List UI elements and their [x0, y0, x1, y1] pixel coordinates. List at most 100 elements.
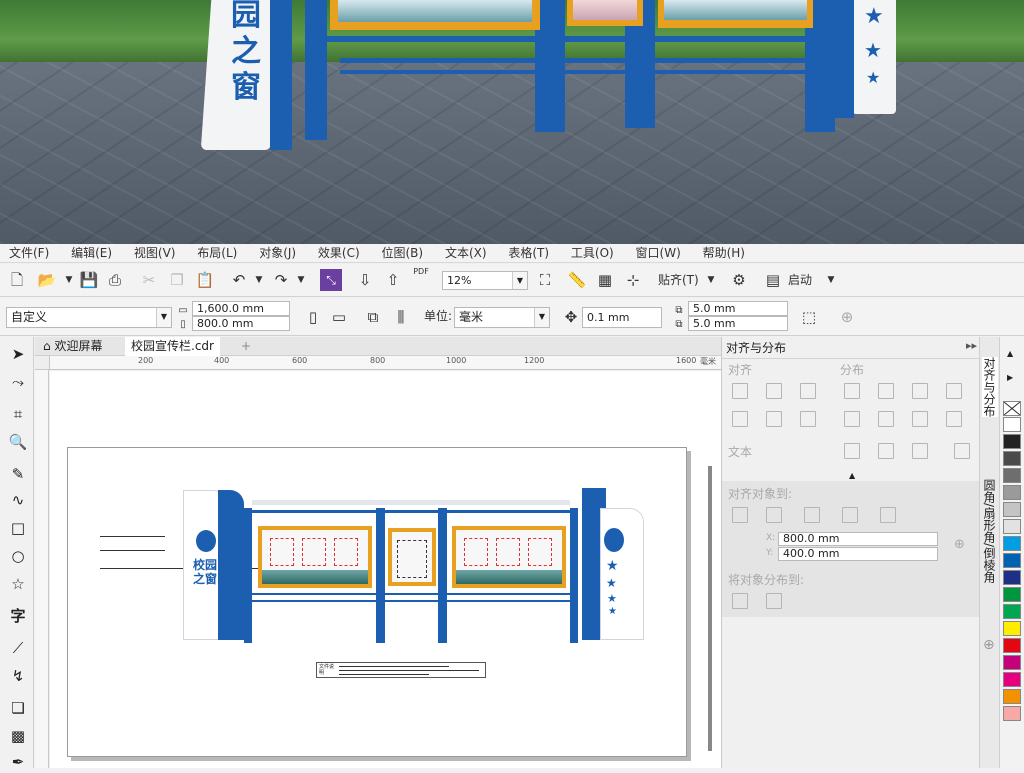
palette-scroll-up-icon[interactable]: ▲	[1007, 349, 1013, 358]
color-swatch[interactable]	[1003, 672, 1021, 687]
menu-effects[interactable]: 效果(C)	[309, 244, 369, 263]
text-bounding-box-icon[interactable]	[912, 443, 928, 459]
vertical-scrollbar[interactable]	[708, 466, 712, 751]
rectangle-tool-icon[interactable]: □	[6, 517, 30, 539]
menu-object[interactable]: 对象(J)	[250, 244, 305, 263]
menu-edit[interactable]: 编辑(E)	[62, 244, 121, 263]
distribute-selection-icon[interactable]	[732, 593, 748, 609]
distribute-middle-icon[interactable]	[878, 411, 894, 427]
palette-menu-icon[interactable]: ▶	[1007, 373, 1013, 382]
color-swatch[interactable]	[1003, 587, 1021, 602]
distribute-top-icon[interactable]	[844, 411, 860, 427]
distribute-spacing-v-icon[interactable]	[946, 411, 962, 427]
tab-document[interactable]: 校园宣传栏.cdr	[125, 337, 220, 358]
color-swatch[interactable]	[1003, 655, 1021, 670]
print-icon[interactable]: ⎙	[104, 269, 126, 291]
distribute-spacing-h-icon[interactable]	[946, 383, 962, 399]
tab-align-distribute[interactable]: 对齐与分布	[982, 357, 998, 417]
horizontal-ruler[interactable]: 200 400 600 800 1000 1200 1600 毫米	[50, 356, 721, 370]
menu-text[interactable]: 文本(X)	[436, 244, 496, 263]
color-swatch[interactable]	[1003, 706, 1021, 721]
text-first-baseline-icon[interactable]	[844, 443, 860, 459]
snap-to-menu[interactable]: 贴齐(T)	[658, 270, 699, 290]
display-board[interactable]	[388, 528, 436, 586]
full-screen-icon[interactable]: ⛶	[534, 269, 556, 291]
color-swatch[interactable]	[1003, 468, 1021, 483]
crop-tool-icon[interactable]: ⌗	[6, 403, 30, 425]
distribute-page-icon[interactable]	[766, 593, 782, 609]
page-edge-icon[interactable]	[766, 507, 782, 523]
grid-icon[interactable]	[842, 507, 858, 523]
pick-tool-icon[interactable]: ➤	[6, 343, 30, 365]
portrait-icon[interactable]: ▯	[302, 306, 324, 328]
align-center-h-icon[interactable]	[766, 383, 782, 399]
align-left-icon[interactable]	[732, 383, 748, 399]
chevron-down-icon[interactable]: ▼	[820, 269, 842, 291]
distribute-center-icon[interactable]	[878, 383, 894, 399]
zoom-tool-icon[interactable]: 🔍	[6, 431, 30, 453]
active-objects-icon[interactable]	[732, 507, 748, 523]
search-content-icon[interactable]: ⤡	[320, 269, 342, 291]
ellipse-tool-icon[interactable]: ○	[6, 545, 30, 567]
page-width-input[interactable]: 1,600.0 mm	[192, 301, 290, 316]
color-swatch[interactable]	[1003, 451, 1021, 466]
ruler-origin[interactable]	[35, 356, 50, 370]
nudge-distance-input[interactable]: 0.1 mm	[582, 307, 662, 328]
menu-window[interactable]: 窗口(W)	[627, 244, 690, 263]
zoom-level-select[interactable]: 12% ▼	[442, 271, 528, 290]
align-center-v-icon[interactable]	[766, 411, 782, 427]
color-swatch[interactable]	[1003, 417, 1021, 432]
polygon-tool-icon[interactable]: ☆	[6, 573, 30, 595]
menu-bitmaps[interactable]: 位图(B)	[373, 244, 433, 263]
redo-icon[interactable]: ↷	[270, 269, 292, 291]
current-page-icon[interactable]: ⫼	[390, 306, 412, 328]
import-icon[interactable]: ⇩	[354, 269, 376, 291]
open-folder-icon[interactable]: 📂	[36, 269, 58, 291]
chevron-down-icon[interactable]: ▼	[290, 269, 312, 291]
tab-fillet-scallop[interactable]: 圆角/扇形角/倒棱角	[982, 479, 998, 583]
new-document-icon[interactable]: 🗋	[6, 269, 28, 291]
artistic-media-icon[interactable]: ∿	[6, 489, 30, 511]
no-color-swatch[interactable]	[1003, 401, 1021, 416]
menu-help[interactable]: 帮助(H)	[694, 244, 754, 263]
page-center-icon[interactable]	[804, 507, 820, 523]
color-swatch[interactable]	[1003, 638, 1021, 653]
duplicate-y-input[interactable]: 5.0 mm	[688, 316, 788, 331]
drop-shadow-icon[interactable]: ❏	[6, 697, 30, 719]
display-board[interactable]	[258, 526, 372, 588]
app-launcher-icon[interactable]: ▤	[762, 269, 784, 291]
export-icon[interactable]: ⇧	[382, 269, 404, 291]
new-tab-icon[interactable]: +	[235, 337, 257, 356]
page[interactable]: 校园之窗 ★ ★ ★ ★ 文件说明	[67, 447, 687, 757]
collapse-docker-icon[interactable]: ▸▸	[966, 339, 977, 352]
color-swatch[interactable]	[1003, 604, 1021, 619]
eyedropper-tool-icon[interactable]: ✒	[6, 751, 30, 773]
show-guidelines-icon[interactable]: ⊹	[622, 269, 644, 291]
tab-welcome[interactable]: ⌂ 欢迎屏幕	[37, 337, 108, 356]
menu-view[interactable]: 视图(V)	[125, 244, 185, 263]
expand-triangle-icon[interactable]: ▲	[849, 471, 855, 480]
display-board[interactable]	[452, 526, 566, 588]
chevron-down-icon[interactable]: ▼	[700, 269, 722, 291]
parallel-dimension-icon[interactable]: ⟋	[6, 637, 30, 659]
shape-tool-icon[interactable]: ⤳	[6, 371, 30, 393]
freehand-tool-icon[interactable]: ✎	[6, 463, 30, 485]
color-swatch[interactable]	[1003, 502, 1021, 517]
undo-icon[interactable]: ↶	[228, 269, 250, 291]
chevron-down-icon[interactable]: ▼	[248, 269, 270, 291]
align-bottom-icon[interactable]	[800, 411, 816, 427]
text-outline-icon[interactable]	[954, 443, 970, 459]
chevron-down-icon[interactable]: ▼	[58, 269, 80, 291]
color-swatch[interactable]	[1003, 689, 1021, 704]
publish-pdf-icon[interactable]: PDF	[410, 266, 432, 288]
vertical-ruler[interactable]	[35, 370, 49, 768]
landscape-icon[interactable]: ▭	[328, 306, 350, 328]
add-docker-icon[interactable]: ⊕	[983, 637, 995, 653]
distribute-bottom-icon[interactable]	[912, 411, 928, 427]
unit-select[interactable]: 毫米 ▼	[454, 307, 550, 328]
right-sign-panel[interactable]	[600, 508, 644, 640]
text-last-baseline-icon[interactable]	[878, 443, 894, 459]
color-swatch[interactable]	[1003, 536, 1021, 551]
transparency-tool-icon[interactable]: ▩	[6, 725, 30, 747]
align-y-input[interactable]: 400.0 mm	[778, 547, 938, 561]
